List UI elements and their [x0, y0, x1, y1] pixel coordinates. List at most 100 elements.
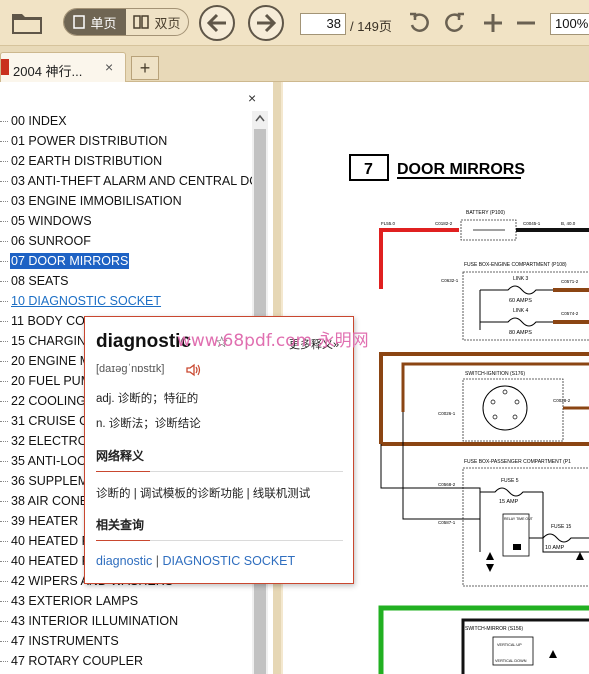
bookmark-item[interactable]: 07 DOOR MIRRORS — [0, 251, 252, 271]
view-mode-toggle: 单页 双页 — [63, 8, 189, 36]
svg-text:C0574-2: C0574-2 — [561, 311, 579, 316]
double-page-label: 双页 — [154, 15, 181, 31]
new-tab-button[interactable]: + — [131, 56, 159, 80]
bookmark-item[interactable]: 02 EARTH DISTRIBUTION — [0, 151, 252, 171]
arrow-right-icon — [257, 13, 277, 33]
bookmark-item[interactable]: 01 POWER DISTRIBUTION — [0, 131, 252, 151]
bookmark-label: 20 FUEL PUM — [11, 374, 92, 388]
bookmark-label: 02 EARTH DISTRIBUTION — [11, 154, 163, 168]
page-number-input[interactable]: 38 — [300, 13, 346, 35]
toolbar: 单页 双页 38 / 149页 100% — [0, 0, 589, 46]
bookmark-label: 31 CRUISE C — [11, 414, 89, 428]
rotate-left-icon[interactable] — [408, 11, 432, 35]
tab-title: 2004 神行... — [13, 64, 83, 79]
bookmark-label: 43 EXTERIOR LAMPS — [11, 594, 139, 608]
svg-text:C0182-2: C0182-2 — [435, 221, 453, 226]
bookmark-item[interactable]: 10 DIAGNOSTIC SOCKET — [0, 291, 252, 311]
bookmark-label: 43 INTERIOR ILLUMINATION — [11, 614, 179, 628]
bookmark-label: 38 AIR CONE — [11, 494, 89, 508]
bookmark-item[interactable]: 03 ENGINE IMMOBILISATION — [0, 191, 252, 211]
svg-text:C0571-2: C0571-2 — [561, 279, 579, 284]
svg-text:10 AMP: 10 AMP — [545, 545, 565, 551]
bookmark-label: 05 WINDOWS — [11, 214, 92, 228]
bookmark-label: 39 HEATER — [11, 514, 79, 528]
related-link-diagnostic[interactable]: diagnostic — [96, 554, 152, 568]
bookmark-item[interactable]: 00 INDEX — [0, 111, 252, 131]
single-page-button[interactable]: 单页 — [64, 9, 126, 35]
bookmark-label: 32 ELECTRO — [11, 434, 88, 448]
section-title: DOOR MIRRORS — [397, 161, 525, 178]
bookmark-item[interactable]: 47 INSTRUMENTS — [0, 631, 252, 651]
zoom-level-input[interactable]: 100% — [550, 13, 589, 35]
section-number: 7 — [364, 161, 373, 178]
bookmark-label: 35 ANTI-LOC — [11, 454, 87, 468]
bookmark-label: 40 HEATED F — [11, 554, 90, 568]
related-queries: diagnostic | DIAGNOSTIC SOCKET — [96, 554, 296, 568]
svg-text:FUSE BOX-ENGINE COMPARTMENT (P: FUSE BOX-ENGINE COMPARTMENT (P108) — [464, 262, 567, 268]
svg-text:LINK 3: LINK 3 — [513, 276, 529, 282]
bookmark-item[interactable]: 43 EXTERIOR LAMPS — [0, 591, 252, 611]
svg-text:SWITCH-MIRROR (S156): SWITCH-MIRROR (S156) — [465, 626, 523, 632]
web-definitions-heading: 网络释义 — [96, 449, 145, 463]
open-folder-icon[interactable] — [10, 8, 44, 36]
svg-text:VERTICAL DOWN: VERTICAL DOWN — [495, 659, 527, 663]
bookmark-item[interactable]: 47 ROTARY COUPLER — [0, 651, 252, 671]
svg-text:15 AMP: 15 AMP — [499, 499, 519, 505]
bookmark-label: 01 POWER DISTRIBUTION — [11, 134, 168, 148]
bookmark-label: 10 DIAGNOSTIC SOCKET — [11, 294, 162, 308]
definition-adj: adj. 诊断的；特征的 — [96, 393, 199, 405]
zoom-out-icon[interactable] — [514, 11, 538, 35]
single-page-icon — [73, 15, 86, 29]
zoom-in-icon[interactable] — [481, 11, 505, 35]
bookmark-label: 03 ANTI-THEFT ALARM AND CENTRAL DOOR LOC… — [11, 174, 252, 188]
web-definitions-text: 诊断的 | 调试模板的诊断功能 | 线联机测试 — [96, 488, 311, 500]
double-page-button[interactable]: 双页 — [126, 9, 188, 35]
bookmark-label: 00 INDEX — [11, 114, 67, 128]
bookmark-item[interactable]: 05 WINDOWS — [0, 211, 252, 231]
svg-text:BATTERY (P100): BATTERY (P100) — [466, 210, 505, 216]
tab-close-button[interactable]: × — [105, 59, 113, 75]
svg-text:C0632-1: C0632-1 — [441, 278, 459, 283]
svg-text:C0568-2: C0568-2 — [438, 482, 456, 487]
bookmark-label: 47 INSTRUMENTS — [11, 634, 119, 648]
related-link-diagnostic-socket[interactable]: DIAGNOSTIC SOCKET — [163, 554, 296, 568]
watermark: www.68pdf.com 永明网 — [177, 331, 369, 351]
related-queries-heading: 相关查询 — [96, 518, 145, 532]
bookmark-label: 11 BODY CO — [11, 314, 85, 328]
svg-text:VERTICAL UP: VERTICAL UP — [497, 643, 522, 647]
sidebar-close-button[interactable]: × — [248, 90, 256, 106]
svg-text:FL55.0: FL55.0 — [381, 221, 396, 226]
page-total: / 149页 — [350, 19, 392, 34]
speaker-icon[interactable] — [185, 363, 201, 377]
rotate-right-icon[interactable] — [442, 11, 466, 35]
bookmark-label: 03 ENGINE IMMOBILISATION — [11, 194, 182, 208]
bookmark-label: 20 ENGINE M — [11, 354, 91, 368]
svg-text:FUSE 5: FUSE 5 — [501, 478, 519, 484]
svg-text:C0045-1: C0045-1 — [523, 221, 541, 226]
svg-text:80 AMPS: 80 AMPS — [509, 330, 532, 336]
document-tab[interactable]: 2004 神行... × — [0, 52, 126, 82]
single-page-label: 单页 — [90, 15, 117, 31]
svg-text:SWITCH-IGNITION (S176): SWITCH-IGNITION (S176) — [465, 371, 525, 377]
phonetic: [daɪəɡˈnɒstɪk] — [96, 363, 165, 375]
svg-text:C0028-2: C0028-2 — [553, 398, 571, 403]
bookmark-label: 22 COOLING — [11, 394, 87, 408]
bookmark-item[interactable]: 43 INTERIOR ILLUMINATION — [0, 611, 252, 631]
bookmark-label: 06 SUNROOF — [11, 234, 91, 248]
bookmark-label: 47 ROTARY COUPLER — [11, 654, 143, 668]
bookmark-label: 36 SUPPLEM — [11, 474, 89, 488]
bookmark-label: 08 SEATS — [11, 274, 69, 288]
svg-text:C0026-1: C0026-1 — [438, 411, 456, 416]
svg-text:FUSE BOX-PASSENGER COMPARTMENT: FUSE BOX-PASSENGER COMPARTMENT (P1 — [464, 459, 571, 465]
scroll-up-icon[interactable] — [255, 114, 265, 122]
bookmark-item[interactable]: 08 SEATS — [0, 271, 252, 291]
svg-text:FUSE 15: FUSE 15 — [551, 524, 572, 530]
svg-text:C0587-1: C0587-1 — [438, 520, 456, 525]
bookmark-item[interactable]: 06 SUNROOF — [0, 231, 252, 251]
previous-page-button[interactable] — [199, 5, 235, 41]
svg-text:RELAY TIME OUT: RELAY TIME OUT — [504, 517, 534, 521]
bookmark-item[interactable]: 03 ANTI-THEFT ALARM AND CENTRAL DOOR LOC… — [0, 171, 252, 191]
tab-bar: 2004 神行... × + — [0, 46, 589, 82]
double-page-icon — [133, 15, 150, 29]
next-page-button[interactable] — [248, 5, 284, 41]
